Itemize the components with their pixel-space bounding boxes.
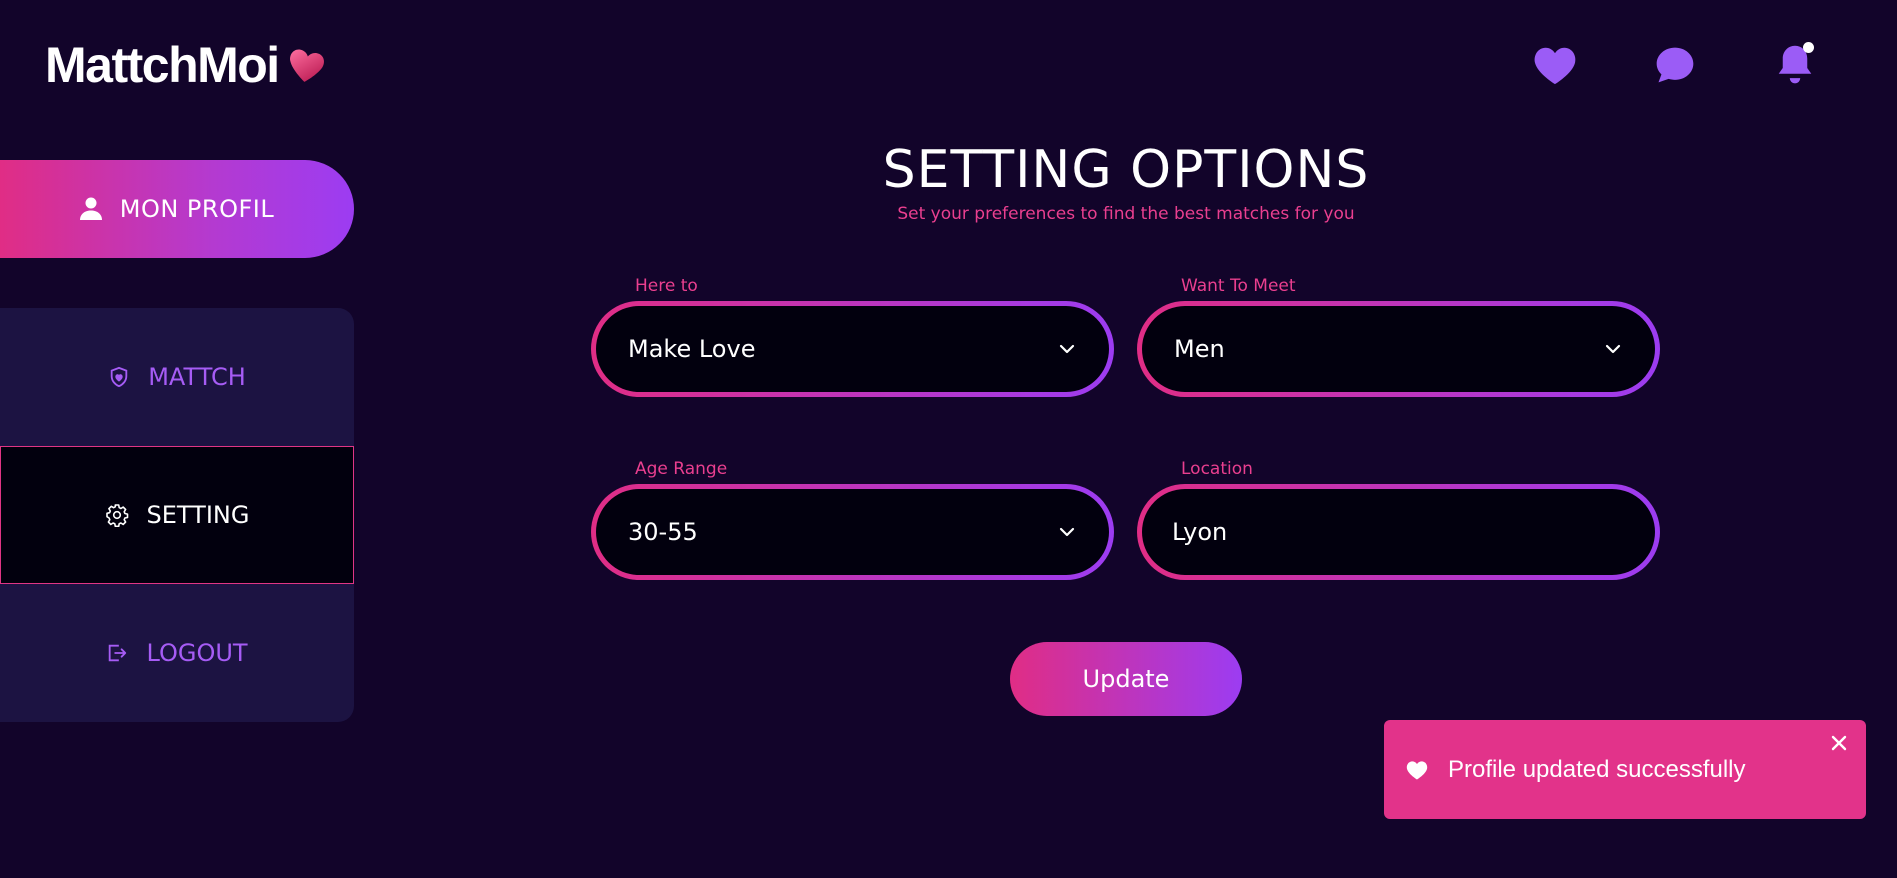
- here-to-value: Make Love: [628, 335, 756, 363]
- mon-profil-button[interactable]: MON PROFIL: [0, 160, 354, 258]
- toast-message: Profile updated successfully: [1448, 755, 1746, 783]
- toast-notification: Profile updated successfully: [1384, 720, 1866, 819]
- sidebar-item-label: LOGOUT: [146, 639, 248, 667]
- location-input[interactable]: [1172, 518, 1621, 546]
- sidebar-item-mattch[interactable]: MATTCH: [0, 308, 354, 446]
- logout-icon: [109, 644, 127, 662]
- age-range-label: Age Range: [635, 459, 728, 479]
- favorites-heart-icon[interactable]: [1530, 40, 1580, 90]
- chevron-down-icon: [1059, 344, 1075, 354]
- sidebar-item-setting[interactable]: SETTING: [0, 446, 354, 584]
- bell-icon[interactable]: [1770, 40, 1820, 90]
- sidebar: MON PROFIL MATTCH SETTING LOGOUT: [0, 0, 355, 878]
- chevron-down-icon: [1605, 344, 1621, 354]
- update-button[interactable]: Update: [1010, 642, 1242, 716]
- page-title: SETTING OPTIONS: [882, 140, 1370, 200]
- here-to-label: Here to: [635, 276, 698, 296]
- chat-bubble-icon[interactable]: [1650, 40, 1700, 90]
- page-subtitle: Set your preferences to find the best ma…: [897, 204, 1355, 224]
- age-range-value: 30-55: [628, 518, 698, 546]
- heart-shield-icon: [110, 366, 128, 388]
- mon-profil-label: MON PROFIL: [119, 195, 275, 223]
- sidebar-item-label: SETTING: [146, 501, 250, 529]
- heart-icon: [1406, 760, 1428, 780]
- age-range-select[interactable]: 30-55: [591, 484, 1114, 580]
- close-icon[interactable]: [1826, 730, 1852, 756]
- sidebar-nav: MATTCH SETTING LOGOUT: [0, 308, 354, 722]
- location-field[interactable]: [1137, 484, 1660, 580]
- user-icon: [79, 197, 102, 220]
- header-icons: [1530, 40, 1830, 90]
- here-to-select[interactable]: Make Love: [591, 301, 1114, 397]
- want-to-meet-select[interactable]: Men: [1137, 301, 1660, 397]
- location-label: Location: [1181, 459, 1253, 479]
- gear-icon: [105, 504, 128, 527]
- sidebar-item-label: MATTCH: [148, 363, 246, 391]
- want-to-meet-value: Men: [1174, 335, 1225, 363]
- chevron-down-icon: [1059, 527, 1075, 537]
- want-to-meet-label: Want To Meet: [1181, 276, 1296, 296]
- notification-dot: [1803, 42, 1814, 53]
- sidebar-item-logout[interactable]: LOGOUT: [0, 584, 354, 722]
